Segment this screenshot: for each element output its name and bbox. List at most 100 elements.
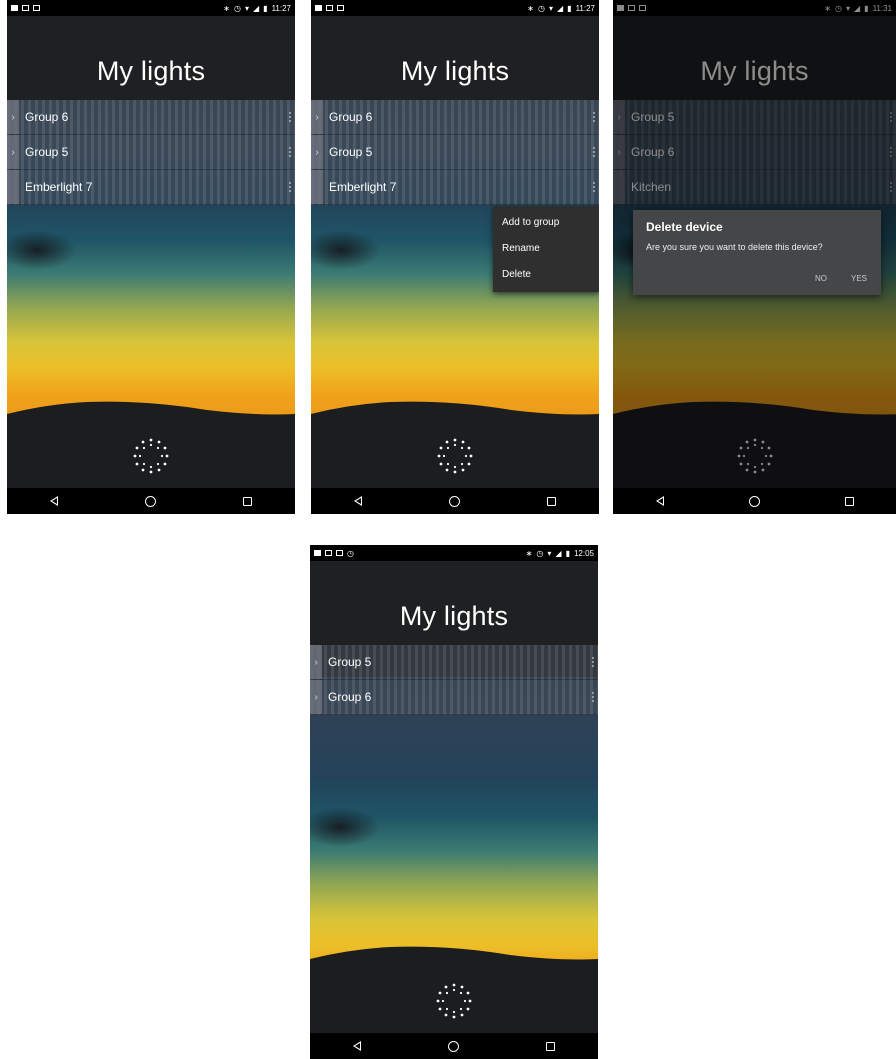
status-bar: ◷ ∗ ◷ ▾ ◢ ▮ 12:05 [310, 545, 598, 561]
recent-apps-icon[interactable] [242, 496, 252, 506]
chevron-right-icon[interactable]: › [310, 680, 322, 714]
screenshot-icon [336, 550, 343, 556]
nav-bar [310, 1033, 598, 1059]
screen-2: ∗ ◷ ▾ ◢ ▮ 11:27 My lights › Group 6 › Group 5… [311, 0, 599, 514]
list-item[interactable]: › Group 6 [7, 100, 295, 135]
back-icon[interactable] [353, 1041, 362, 1051]
sun-icon[interactable] [434, 981, 474, 1021]
list-item-label: Group 6 [328, 690, 372, 704]
alarm-icon: ◷ [538, 3, 545, 13]
dialog-title: Delete device [646, 220, 723, 234]
menu-item-add-to-group[interactable]: Add to group [493, 210, 599, 236]
status-bar: ∗ ◷ ▾ ◢ ▮ 11:27 [311, 0, 599, 16]
more-vert-icon[interactable] [589, 110, 599, 124]
alarm-icon: ◷ [347, 548, 354, 558]
home-icon[interactable] [448, 495, 460, 507]
no-button[interactable]: NO [815, 274, 827, 283]
list-item[interactable]: › Group 5 [310, 645, 598, 680]
more-vert-icon[interactable] [588, 655, 598, 669]
chevron-right-icon[interactable]: › [7, 100, 19, 134]
chevron-right-icon[interactable]: › [310, 645, 322, 679]
clock: 11:27 [575, 3, 595, 13]
context-menu: Add to group Rename Delete [493, 206, 599, 292]
nav-bar [7, 488, 295, 514]
screen-1: ∗ ◷ ▾ ◢ ▮ 11:27 My lights › Group 6 › Group 5… [7, 0, 295, 514]
list-item[interactable]: › Group 5 [311, 135, 599, 170]
calendar-icon [315, 5, 322, 11]
signal-icon: ◢ [555, 548, 562, 558]
bluetooth-icon: ∗ [527, 3, 534, 13]
list-item-label: Group 6 [25, 110, 69, 124]
list-item[interactable]: Emberlight 7 [311, 170, 599, 205]
clock: 11:27 [271, 3, 291, 13]
sun-icon[interactable] [435, 436, 475, 476]
list-item[interactable]: › Group 6 [310, 680, 598, 715]
cloud [7, 230, 77, 270]
dialog-message: Are you sure you want to delete this dev… [646, 242, 823, 252]
more-vert-icon[interactable] [285, 110, 295, 124]
alarm-icon: ◷ [536, 548, 544, 558]
lights-list: › Group 6 › Group 5 Emberlight 7 [7, 100, 295, 205]
chevron-right-icon[interactable]: › [311, 100, 323, 134]
more-vert-icon[interactable] [588, 690, 598, 704]
list-item-label: Group 5 [25, 145, 69, 159]
status-bar: ∗ ◷ ▾ ◢ ▮ 11:27 [7, 0, 295, 16]
page-title: My lights [399, 601, 509, 631]
lights-list: › Group 6 › Group 5 Emberlight 7 [311, 100, 599, 205]
home-icon[interactable] [144, 495, 156, 507]
screenshot-icon [33, 5, 40, 11]
cloud [310, 807, 380, 847]
chevron-right-icon[interactable]: › [7, 135, 19, 169]
clock: 12:05 [573, 548, 594, 558]
bluetooth-icon: ∗ [223, 3, 230, 13]
list-item[interactable]: › Group 6 [311, 100, 599, 135]
photo-icon [325, 550, 332, 556]
home-icon[interactable] [748, 495, 760, 507]
row-handle [7, 170, 19, 204]
yes-button[interactable]: YES [851, 274, 867, 283]
menu-item-delete[interactable]: Delete [493, 262, 599, 288]
battery-icon: ▮ [565, 548, 570, 558]
recent-apps-icon[interactable] [844, 496, 854, 506]
recent-apps-icon[interactable] [546, 496, 556, 506]
home-icon[interactable] [447, 1040, 459, 1052]
more-vert-icon[interactable] [589, 180, 599, 194]
alarm-icon: ◷ [234, 3, 241, 13]
signal-icon: ◢ [253, 3, 260, 13]
more-vert-icon[interactable] [285, 180, 295, 194]
page-title: My lights [400, 56, 510, 86]
wifi-icon: ▾ [244, 3, 249, 13]
wifi-icon: ▾ [547, 548, 552, 558]
calendar-icon [11, 5, 18, 11]
wifi-icon: ▾ [548, 3, 553, 13]
back-icon[interactable] [50, 496, 59, 506]
signal-icon: ◢ [557, 3, 564, 13]
list-item-label: Group 5 [329, 145, 373, 159]
more-vert-icon[interactable] [589, 145, 599, 159]
battery-icon: ▮ [263, 3, 268, 13]
nav-bar [311, 488, 599, 514]
battery-icon: ▮ [567, 3, 572, 13]
recent-apps-icon[interactable] [545, 1041, 555, 1051]
nav-bar [613, 488, 896, 514]
list-item[interactable]: › Group 5 [7, 135, 295, 170]
list-item-label: Emberlight 7 [329, 180, 397, 194]
calendar-icon [314, 550, 321, 556]
more-vert-icon[interactable] [285, 145, 295, 159]
lights-list: › Group 5 › Group 6 [310, 645, 598, 715]
photo-icon [326, 5, 333, 11]
screenshot-icon [337, 5, 344, 11]
screen-3: ∗ ◷ ▾ ◢ ▮ 11:31 My lights › Group 5 › Group 6… [613, 0, 896, 514]
photo-icon [22, 5, 29, 11]
back-icon[interactable] [655, 496, 664, 506]
back-icon[interactable] [354, 496, 363, 506]
list-item-label: Group 6 [329, 110, 373, 124]
chevron-right-icon[interactable]: › [311, 135, 323, 169]
menu-item-rename[interactable]: Rename [493, 236, 599, 262]
bluetooth-icon: ∗ [525, 548, 533, 558]
sun-icon[interactable] [131, 436, 171, 476]
row-handle [311, 170, 323, 204]
list-item-label: Emberlight 7 [25, 180, 93, 194]
list-item[interactable]: Emberlight 7 [7, 170, 295, 205]
screen-4: ◷ ∗ ◷ ▾ ◢ ▮ 12:05 My lights › Group 5 › Group… [310, 545, 598, 1059]
